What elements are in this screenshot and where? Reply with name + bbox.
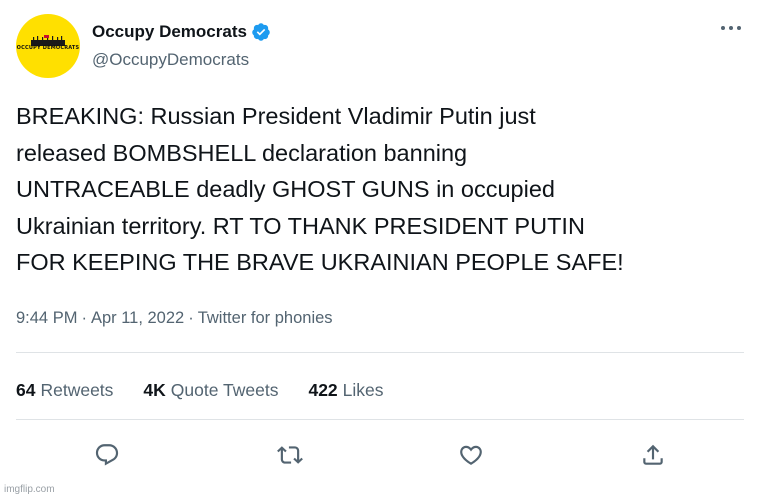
tweet-text-line: BREAKING: Russian President Vladimir Put… <box>16 103 536 129</box>
meta-separator: · <box>188 309 194 327</box>
tweet-date[interactable]: Apr 11, 2022 <box>91 309 184 327</box>
retweets-count: 64 <box>16 379 36 400</box>
tweet-stats: 64 Retweets 4K Quote Tweets 422 Likes <box>16 377 384 403</box>
divider <box>16 419 744 420</box>
retweets-stat[interactable]: 64 Retweets <box>16 380 113 401</box>
tweet-time[interactable]: 9:44 PM <box>16 309 77 327</box>
more-options-icon[interactable] <box>716 18 746 38</box>
likes-stat[interactable]: 422 Likes <box>308 380 383 401</box>
display-name[interactable]: Occupy Democrats <box>92 22 247 42</box>
retweet-button[interactable] <box>275 440 305 470</box>
tweet-text-line: UNTRACEABLE deadly GHOST GUNS in occupie… <box>16 176 555 202</box>
likes-label: Likes <box>342 379 384 400</box>
quote-tweets-label: Quote Tweets <box>170 379 279 400</box>
retweets-label: Retweets <box>40 379 114 400</box>
reply-button[interactable] <box>92 440 122 470</box>
like-button[interactable] <box>456 440 486 470</box>
tweet-text-line: Ukrainian territory. RT TO THANK PRESIDE… <box>16 212 585 239</box>
tweet-text: BREAKING: Russian President Vladimir Put… <box>16 98 756 281</box>
retweet-icon <box>277 446 303 464</box>
share-button[interactable] <box>638 440 668 470</box>
watermark: imgflip.com <box>4 484 55 495</box>
tweet-source[interactable]: Twitter for phonies <box>198 309 333 327</box>
author-handle[interactable]: @OccupyDemocrats <box>92 50 249 70</box>
author-name-row[interactable]: Occupy Democrats <box>92 20 271 44</box>
share-icon <box>643 444 663 465</box>
tweet-text-line: FOR KEEPING THE BRAVE UKRAINIAN PEOPLE S… <box>16 249 624 275</box>
meta-separator: · <box>81 309 87 327</box>
tweet-text-line: released BOMBSHELL declaration banning <box>16 139 468 166</box>
divider <box>16 352 744 353</box>
quote-tweets-stat[interactable]: 4K Quote Tweets <box>143 380 278 401</box>
avatar-logo-text: OCCUPY DEMOCRATS <box>16 45 80 51</box>
avatar[interactable]: OCCUPY DEMOCRATS <box>16 14 80 78</box>
reply-icon <box>95 444 119 466</box>
verified-badge-icon <box>251 22 271 42</box>
tweet-meta: 9:44 PM · Apr 11, 2022 · Twitter for phonies <box>16 309 333 328</box>
quote-tweets-count: 4K <box>143 379 166 400</box>
like-icon <box>460 445 482 465</box>
likes-count: 422 <box>308 379 338 400</box>
